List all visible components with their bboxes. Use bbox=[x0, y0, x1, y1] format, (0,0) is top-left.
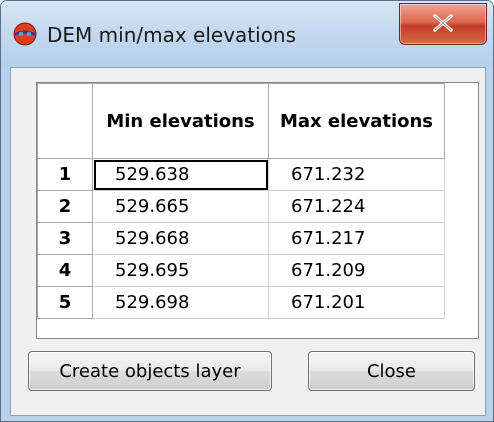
min-elevation-cell[interactable]: 529.665 bbox=[92, 190, 269, 223]
min-elevation-cell[interactable]: 529.668 bbox=[92, 222, 269, 255]
row-header[interactable]: 3 bbox=[37, 222, 93, 255]
row-header[interactable]: 5 bbox=[37, 286, 93, 319]
close-button[interactable]: Close bbox=[308, 351, 475, 391]
max-elevation-cell[interactable]: 671.217 bbox=[268, 222, 445, 255]
dialog-window: DEM min/max elevations Min elevations Ma… bbox=[0, 0, 494, 422]
max-elevation-cell[interactable]: 671.232 bbox=[268, 158, 445, 191]
table-header-row: Min elevations Max elevations bbox=[37, 83, 445, 159]
table-row: 4 529.695 671.209 bbox=[37, 254, 445, 287]
min-elevation-cell[interactable]: 529.638 bbox=[92, 158, 269, 191]
column-header-max[interactable]: Max elevations bbox=[268, 83, 445, 159]
window-close-button[interactable] bbox=[399, 3, 487, 45]
elevations-table[interactable]: Min elevations Max elevations 1 529.638 … bbox=[36, 82, 479, 339]
row-header[interactable]: 1 bbox=[37, 158, 93, 191]
max-elevation-cell[interactable]: 671.209 bbox=[268, 254, 445, 287]
row-header[interactable]: 4 bbox=[37, 254, 93, 287]
column-header-min[interactable]: Min elevations bbox=[92, 83, 269, 159]
max-elevation-cell[interactable]: 671.201 bbox=[268, 286, 445, 319]
globe-icon bbox=[13, 22, 37, 46]
row-header[interactable]: 2 bbox=[37, 190, 93, 223]
dialog-body: Min elevations Max elevations 1 529.638 … bbox=[10, 67, 486, 416]
window-title: DEM min/max elevations bbox=[47, 23, 297, 47]
min-elevation-cell[interactable]: 529.695 bbox=[92, 254, 269, 287]
max-elevation-cell[interactable]: 671.224 bbox=[268, 190, 445, 223]
title-bar[interactable]: DEM min/max elevations bbox=[1, 1, 493, 67]
min-elevation-cell[interactable]: 529.698 bbox=[92, 286, 269, 319]
table-row: 3 529.668 671.217 bbox=[37, 222, 445, 255]
create-objects-layer-button[interactable]: Create objects layer bbox=[28, 351, 272, 391]
table-row: 5 529.698 671.201 bbox=[37, 286, 445, 319]
corner-cell[interactable] bbox=[37, 83, 93, 159]
table-row: 1 529.638 671.232 bbox=[37, 158, 445, 191]
elevations-grid[interactable]: Min elevations Max elevations 1 529.638 … bbox=[37, 83, 445, 319]
table-row: 2 529.665 671.224 bbox=[37, 190, 445, 223]
close-icon bbox=[432, 14, 454, 32]
